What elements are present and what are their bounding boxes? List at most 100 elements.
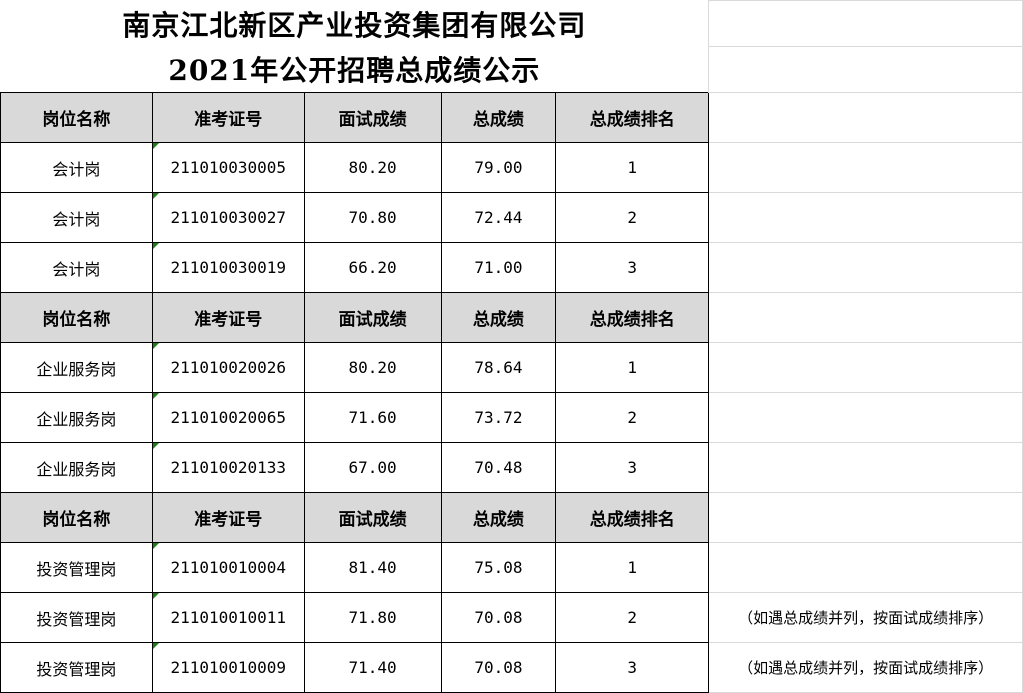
table-row: 会计岗 211010030005 80.20 79.00 1 <box>0 142 1023 193</box>
exam-id-text: 211010030005 <box>170 158 287 177</box>
header-total: 总成绩 <box>440 492 557 543</box>
table-row: 企业服务岗 211010020065 71.60 73.72 2 <box>0 392 1023 443</box>
header-position: 岗位名称 <box>0 292 153 343</box>
cell-total[interactable]: 70.48 <box>440 442 557 493</box>
cell-rank[interactable]: 1 <box>555 342 710 393</box>
title-line-2: 2021年公开招聘总成绩公示 <box>0 46 710 93</box>
cell-note[interactable] <box>708 442 1023 493</box>
text-number-indicator-icon <box>153 443 159 449</box>
cell-note[interactable] <box>708 192 1023 243</box>
header-row: 岗位名称 准考证号 面试成绩 总成绩 总成绩排名 <box>0 92 1023 143</box>
title-line-1: 南京江北新区产业投资集团有限公司 <box>0 0 710 47</box>
cell-interview[interactable]: 81.40 <box>303 542 442 593</box>
cell-position[interactable]: 企业服务岗 <box>0 392 153 443</box>
cell-interview[interactable]: 80.20 <box>303 142 442 193</box>
score-table: 南京江北新区产业投资集团有限公司 2021年公开招聘总成绩公示 岗位名称 准考证… <box>0 0 1023 693</box>
cell-total[interactable]: 70.08 <box>440 642 557 693</box>
cell-position[interactable]: 投资管理岗 <box>0 642 153 693</box>
cell-note[interactable] <box>708 542 1023 593</box>
cell-exam-id[interactable]: 211010010011 <box>151 592 305 643</box>
header-exam-id: 准考证号 <box>151 92 305 143</box>
cell-total[interactable]: 71.00 <box>440 242 557 293</box>
header-exam-id: 准考证号 <box>151 292 305 343</box>
cell-note[interactable] <box>708 342 1023 393</box>
header-rank: 总成绩排名 <box>555 292 710 343</box>
cell-rank[interactable]: 3 <box>555 642 710 693</box>
cell-total[interactable]: 78.64 <box>440 342 557 393</box>
exam-id-text: 211010010004 <box>170 558 287 577</box>
cell-note[interactable] <box>708 392 1023 443</box>
header-total: 总成绩 <box>440 92 557 143</box>
cell-exam-id[interactable]: 211010010004 <box>151 542 305 593</box>
exam-id-text: 211010010011 <box>170 608 287 627</box>
text-number-indicator-icon <box>153 593 159 599</box>
header-exam-id: 准考证号 <box>151 492 305 543</box>
empty-cell[interactable] <box>708 0 1023 47</box>
text-number-indicator-icon <box>153 393 159 399</box>
table-row: 企业服务岗 211010020133 67.00 70.48 3 <box>0 442 1023 493</box>
cell-position[interactable]: 会计岗 <box>0 192 153 243</box>
cell-note[interactable]: （如遇总成绩并列，按面试成绩排序） <box>708 592 1023 643</box>
exam-id-text: 211010030019 <box>170 258 287 277</box>
text-number-indicator-icon <box>153 343 159 349</box>
cell-note[interactable]: （如遇总成绩并列，按面试成绩排序） <box>708 642 1023 693</box>
cell-exam-id[interactable]: 211010030019 <box>151 242 305 293</box>
cell-interview[interactable]: 71.60 <box>303 392 442 443</box>
header-rank: 总成绩排名 <box>555 92 710 143</box>
cell-interview[interactable]: 66.20 <box>303 242 442 293</box>
cell-note[interactable] <box>708 142 1023 193</box>
cell-interview[interactable]: 70.80 <box>303 192 442 243</box>
empty-cell[interactable] <box>708 46 1023 93</box>
table-row: 会计岗 211010030019 66.20 71.00 3 <box>0 242 1023 293</box>
cell-exam-id[interactable]: 211010020133 <box>151 442 305 493</box>
exam-id-text: 211010020133 <box>170 458 287 477</box>
cell-total[interactable]: 79.00 <box>440 142 557 193</box>
text-number-indicator-icon <box>153 143 159 149</box>
table-row: 投资管理岗 211010010009 71.40 70.08 3 （如遇总成绩并… <box>0 642 1023 693</box>
cell-position[interactable]: 会计岗 <box>0 242 153 293</box>
header-row: 岗位名称 准考证号 面试成绩 总成绩 总成绩排名 <box>0 292 1023 343</box>
table-row: 会计岗 211010030027 70.80 72.44 2 <box>0 192 1023 243</box>
cell-note[interactable] <box>708 242 1023 293</box>
cell-total[interactable]: 70.08 <box>440 592 557 643</box>
empty-cell[interactable] <box>708 292 1023 343</box>
text-number-indicator-icon <box>153 643 159 649</box>
cell-position[interactable]: 投资管理岗 <box>0 542 153 593</box>
exam-id-text: 211010020026 <box>170 358 287 377</box>
header-row: 岗位名称 准考证号 面试成绩 总成绩 总成绩排名 <box>0 492 1023 543</box>
table-row: 投资管理岗 211010010011 71.80 70.08 2 （如遇总成绩并… <box>0 592 1023 643</box>
cell-total[interactable]: 75.08 <box>440 542 557 593</box>
header-interview: 面试成绩 <box>303 92 442 143</box>
cell-exam-id[interactable]: 211010010009 <box>151 642 305 693</box>
header-interview: 面试成绩 <box>303 492 442 543</box>
cell-total[interactable]: 72.44 <box>440 192 557 243</box>
cell-total[interactable]: 73.72 <box>440 392 557 443</box>
cell-exam-id[interactable]: 211010020026 <box>151 342 305 393</box>
cell-exam-id[interactable]: 211010030005 <box>151 142 305 193</box>
cell-rank[interactable]: 3 <box>555 242 710 293</box>
cell-position[interactable]: 企业服务岗 <box>0 442 153 493</box>
exam-id-text: 211010020065 <box>170 408 287 427</box>
cell-interview[interactable]: 80.20 <box>303 342 442 393</box>
text-number-indicator-icon <box>153 243 159 249</box>
cell-position[interactable]: 投资管理岗 <box>0 592 153 643</box>
header-total: 总成绩 <box>440 292 557 343</box>
cell-interview[interactable]: 71.80 <box>303 592 442 643</box>
cell-position[interactable]: 会计岗 <box>0 142 153 193</box>
cell-exam-id[interactable]: 211010020065 <box>151 392 305 443</box>
empty-cell[interactable] <box>708 92 1023 143</box>
cell-rank[interactable]: 2 <box>555 192 710 243</box>
exam-id-text: 211010030027 <box>170 208 287 227</box>
header-rank: 总成绩排名 <box>555 492 710 543</box>
cell-rank[interactable]: 1 <box>555 142 710 193</box>
cell-rank[interactable]: 2 <box>555 592 710 643</box>
empty-cell[interactable] <box>708 492 1023 543</box>
cell-exam-id[interactable]: 211010030027 <box>151 192 305 243</box>
cell-rank[interactable]: 2 <box>555 392 710 443</box>
cell-rank[interactable]: 3 <box>555 442 710 493</box>
cell-position[interactable]: 企业服务岗 <box>0 342 153 393</box>
table-row: 企业服务岗 211010020026 80.20 78.64 1 <box>0 342 1023 393</box>
cell-interview[interactable]: 67.00 <box>303 442 442 493</box>
cell-rank[interactable]: 1 <box>555 542 710 593</box>
cell-interview[interactable]: 71.40 <box>303 642 442 693</box>
